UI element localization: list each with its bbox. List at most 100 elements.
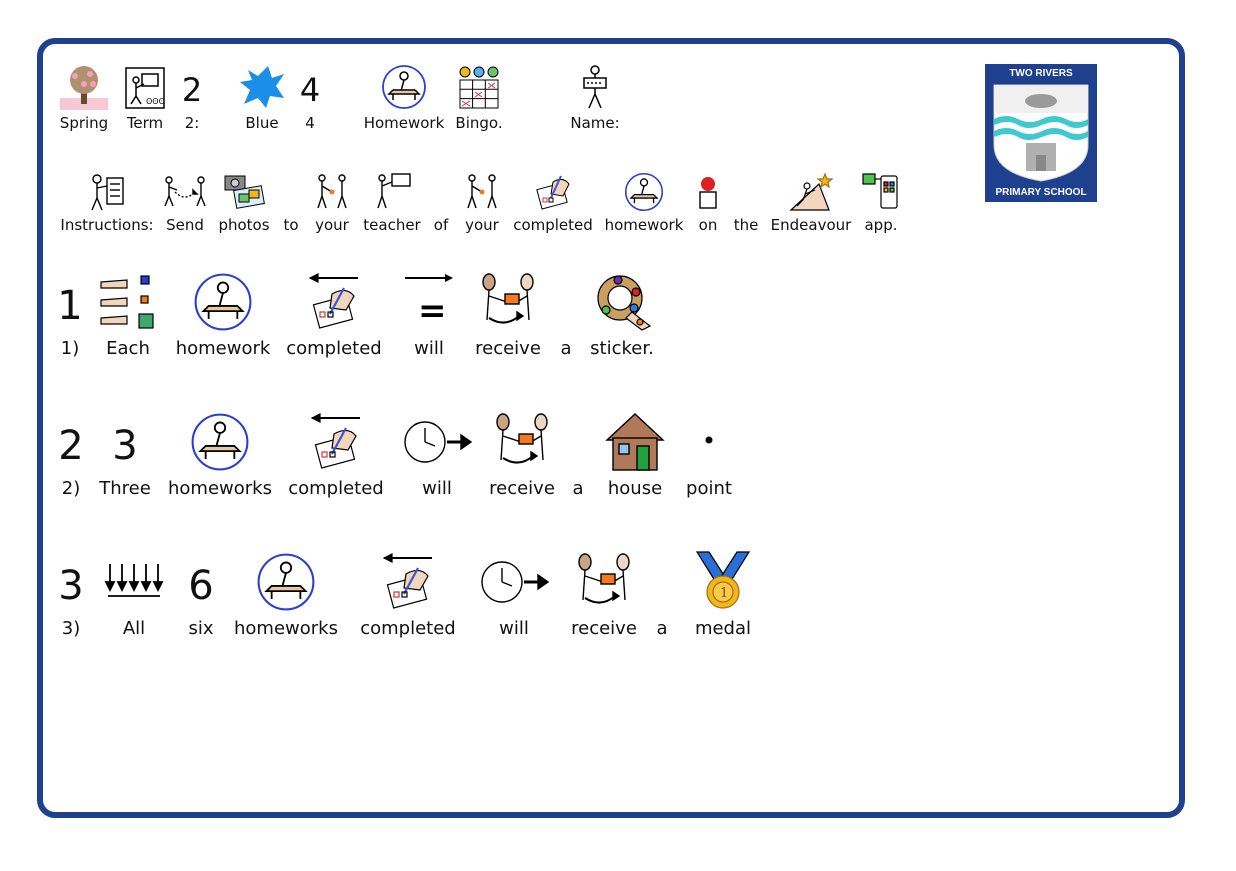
rule2-will: will [400,410,474,499]
word-label: 2: [184,114,200,132]
send-icon [163,162,207,212]
teacher-icon [372,162,412,212]
instr-app: app. [860,162,902,234]
rule1-completed: completed [286,270,382,359]
homework-icon [256,550,316,612]
svg-text:ʘʘʘ: ʘʘʘ [146,97,165,106]
medal-icon: 1 [693,550,753,612]
rule1-will: = will [402,270,456,359]
completed-writing-icon [308,410,364,472]
instr-your2: your [462,162,502,234]
word-label: receive [571,618,637,639]
word-label: All [122,618,146,639]
clock-future-icon [401,410,473,472]
tree-icon [60,60,108,110]
word-label: Homework [363,114,445,132]
bingo-card-icon [458,60,500,110]
homework-icon [190,410,250,472]
blue-splat-icon [238,60,286,110]
word-label: homeworks [234,618,338,639]
completed-writing-icon [533,162,573,212]
header-two: 2 2: [178,60,206,132]
word-label: will [499,618,529,639]
word-label: six [188,618,214,639]
instr-instructions: Instructions: [60,162,154,234]
word-label: Three [99,478,151,499]
word-label: Send [166,216,204,234]
word-label: house [607,478,663,499]
word-label: Endeavour [770,216,852,234]
numeral: 3 [112,423,138,469]
rule2-a: a [568,410,588,499]
rule3-index: 3 3) [56,550,86,639]
numeral: 1 [57,283,83,329]
rule3-medal: 1 medal [688,550,758,639]
word-label: a [560,338,572,359]
instr-your1: your [312,162,352,234]
word-label: Each [106,338,150,359]
svg-text:1: 1 [720,586,728,601]
instr-teacher: teacher [362,162,422,234]
numeral: 2 [181,71,203,109]
rule3-all: All [100,550,168,639]
header-term: ʘʘʘ Term [122,60,168,132]
name-person-icon [578,60,612,110]
homework-icon [381,60,427,110]
rule2-index: 2 2) [56,410,86,499]
numeral: 3 [58,563,84,609]
word-label: Name: [570,114,620,132]
phone-app-icon [861,162,901,212]
rule3-receive: receive [568,550,640,639]
instr-the: the [730,162,762,234]
header-blue: Blue [236,60,288,132]
word-label: will [422,478,452,499]
word-label: receive [489,478,555,499]
word-label: Blue [245,114,279,132]
header-name: Name: [568,60,622,132]
word-label: teacher [363,216,421,234]
rule2-house: house [600,410,670,499]
word-label: 2) [61,478,81,499]
rule1-a: a [556,270,576,359]
word-label: Instructions: [60,216,154,234]
rule2-homeworks: homeworks [166,410,274,499]
word-label: 4 [305,114,315,132]
word-label: Term [126,114,164,132]
word-label: completed [513,216,593,234]
house-icon [605,410,665,472]
rule1-sticker: sticker. [586,270,658,359]
clock-future-icon [478,550,550,612]
your-icon [464,162,500,212]
your-icon [314,162,350,212]
rule3-will: will [476,550,552,639]
numeral: 2 [58,423,84,469]
word-label: of [433,216,449,234]
receive-icon [475,270,541,332]
rule1-receive: receive [472,270,544,359]
word-label: completed [360,618,456,639]
header-bingo: Bingo. [455,60,503,132]
word-label: the [733,216,759,234]
shield-icon [993,84,1089,182]
calendar-board-icon: ʘʘʘ [124,60,166,110]
equals-sign: = [418,291,447,331]
rule3-homeworks: homeworks [232,550,340,639]
rule2-point: point [682,410,736,499]
point-dot-icon [699,410,719,472]
word-label: completed [288,478,384,499]
word-label: Spring [59,114,109,132]
header-homework: Homework [362,60,446,132]
rule1-each: Each [98,270,158,359]
word-label: homework [604,216,684,234]
word-label: homeworks [168,478,272,499]
word-label: homework [175,338,271,359]
word-label: 3) [61,618,81,639]
will-arrow-equals-icon: = [403,270,455,332]
rule2-completed: completed [288,410,384,499]
word-label: completed [286,338,382,359]
word-label: 1) [60,338,80,359]
photos-icon [221,162,267,212]
receive-icon [489,410,555,472]
completed-writing-icon [380,550,436,612]
endeavour-climb-icon [789,162,833,212]
